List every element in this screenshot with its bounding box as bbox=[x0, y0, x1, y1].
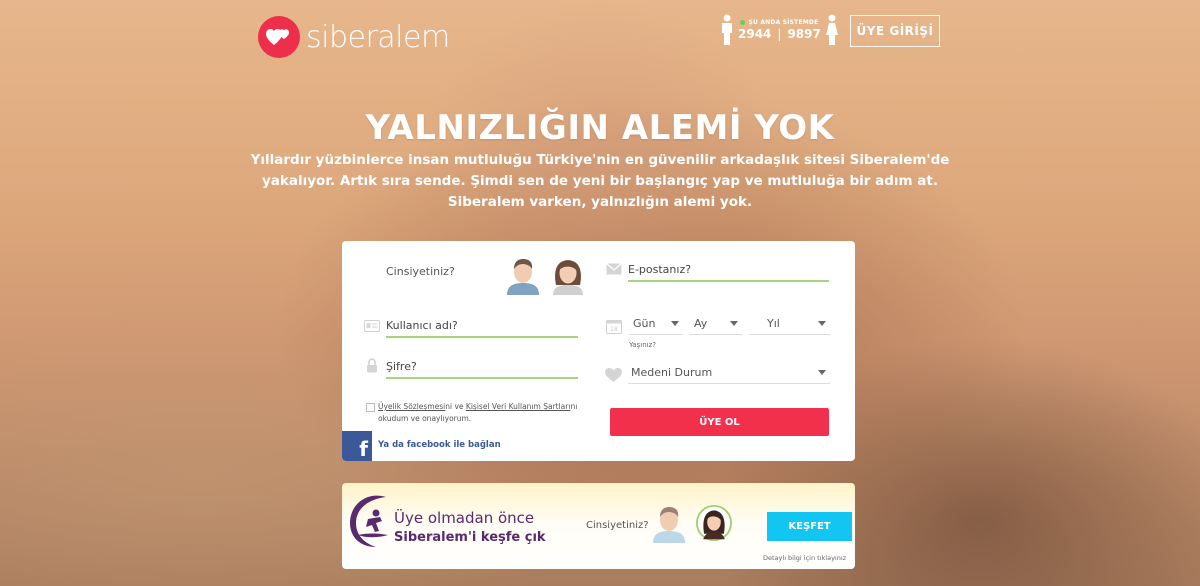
mail-icon bbox=[606, 263, 622, 275]
password-placeholder: Şifre? bbox=[386, 359, 417, 373]
online-separator: | bbox=[777, 27, 782, 41]
marital-status-select[interactable]: Medeni Durum bbox=[628, 362, 830, 384]
marital-label: Medeni Durum bbox=[631, 366, 713, 379]
terms-text: Üyelik Sözleşmesini ve Kişisel Veri Kull… bbox=[378, 401, 608, 425]
svg-text:18: 18 bbox=[610, 326, 618, 333]
male-icon bbox=[722, 14, 732, 45]
hearts-icon bbox=[258, 16, 300, 58]
month-select[interactable]: Ay bbox=[689, 313, 742, 335]
day-select[interactable]: Gün bbox=[629, 313, 683, 335]
membership-agreement-link[interactable]: Üyelik Sözleşmesi bbox=[378, 402, 445, 411]
chevron-down-icon bbox=[818, 321, 826, 326]
email-field[interactable]: E-postanız? bbox=[628, 258, 829, 282]
online-counter: ŞU ANDA SİSTEMDE 2944 | 9897 bbox=[720, 14, 839, 46]
gender-label: Cinsiyetiniz? bbox=[386, 265, 455, 278]
age-label: Yaşınız? bbox=[629, 341, 656, 349]
username-field[interactable]: Kullanıcı adı? bbox=[386, 314, 578, 338]
facebook-connect-link[interactable]: Ya da facebook ile bağlan bbox=[378, 440, 501, 450]
lock-icon bbox=[367, 358, 377, 373]
id-card-icon bbox=[364, 320, 380, 332]
online-dot-icon bbox=[740, 20, 746, 25]
banner-male-avatar-icon[interactable] bbox=[651, 503, 687, 543]
explore-button[interactable]: KEŞFET bbox=[767, 512, 852, 541]
banner-line1: Üye olmadan önce bbox=[394, 509, 535, 527]
year-select[interactable]: Yıl bbox=[749, 313, 830, 335]
password-field[interactable]: Şifre? bbox=[386, 355, 578, 379]
calendar-icon: 18 bbox=[606, 320, 622, 334]
female-icon bbox=[825, 14, 838, 45]
female-avatar-icon[interactable] bbox=[550, 255, 586, 295]
year-label: Yıl bbox=[767, 317, 780, 330]
hero-subtitle: Yıllardır yüzbinlerce insan mutluluğu Tü… bbox=[250, 152, 950, 210]
terms-checkbox[interactable] bbox=[366, 403, 375, 412]
hero-title: YALNIZLIĞIN ALEMİ YOK bbox=[365, 108, 835, 148]
online-male-count: 2944 bbox=[738, 27, 772, 41]
siberalem-logo[interactable]: siberalem bbox=[258, 16, 450, 58]
detail-info-link[interactable]: Detaylı bilgi için tıklayınız bbox=[763, 554, 846, 562]
email-placeholder: E-postanız? bbox=[628, 262, 692, 276]
facebook-icon[interactable]: f bbox=[342, 431, 372, 461]
explore-banner: Üye olmadan önce Siberalem'i keşfe çık C… bbox=[342, 483, 855, 569]
banner-line2: Siberalem'i keşfe çık bbox=[394, 530, 546, 545]
banner-gender-label: Cinsiyetiniz? bbox=[586, 520, 649, 531]
male-avatar-icon[interactable] bbox=[505, 255, 541, 295]
chevron-down-icon bbox=[730, 321, 738, 326]
heart-icon bbox=[605, 368, 622, 382]
month-label: Ay bbox=[694, 317, 708, 330]
online-label: ŞU ANDA SİSTEMDE bbox=[748, 19, 819, 26]
logo-text: siberalem bbox=[306, 19, 450, 55]
data-usage-terms-link[interactable]: Kişisel Veri Kullanım Şartları bbox=[466, 402, 571, 411]
surfer-icon bbox=[350, 495, 388, 547]
username-placeholder: Kullanıcı adı? bbox=[386, 318, 458, 332]
terms-mid-text: ni ve bbox=[445, 402, 466, 411]
registration-form: Cinsiyetiniz? E-postanız? Kullanıcı adı?… bbox=[342, 241, 855, 461]
chevron-down-icon bbox=[671, 321, 679, 326]
banner-female-avatar-icon[interactable] bbox=[696, 503, 732, 543]
signup-button[interactable]: ÜYE OL bbox=[610, 408, 829, 436]
day-label: Gün bbox=[633, 317, 656, 330]
login-button[interactable]: ÜYE GİRİŞİ bbox=[850, 15, 940, 47]
chevron-down-icon bbox=[818, 370, 826, 375]
online-female-count: 9897 bbox=[787, 27, 821, 41]
